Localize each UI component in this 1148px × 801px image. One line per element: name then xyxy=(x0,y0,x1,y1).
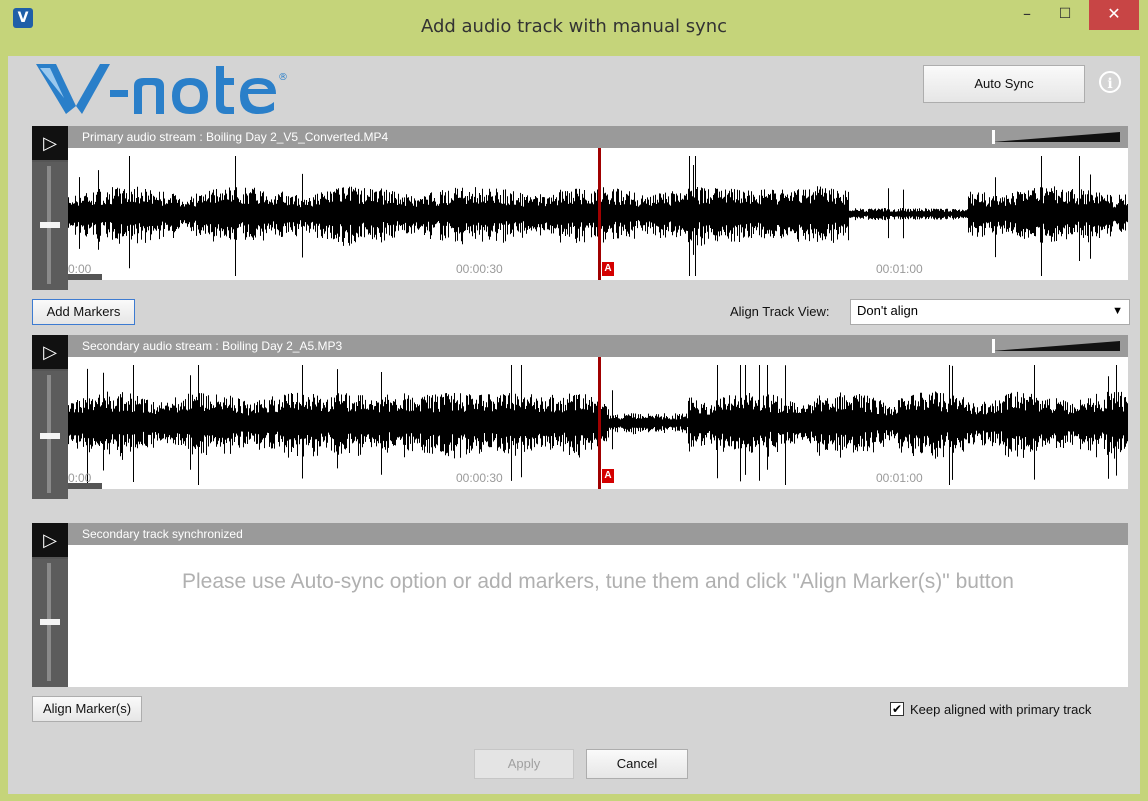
primary-volume-slider[interactable] xyxy=(32,162,68,290)
sync-instructions: Please use Auto-sync option or add marke… xyxy=(182,570,1014,593)
secondary-time-30: 00:00:30 xyxy=(456,471,503,485)
secondary-time-60: 00:01:00 xyxy=(876,471,923,485)
minimize-button[interactable]: – xyxy=(1010,0,1044,30)
info-icon[interactable]: i xyxy=(1099,71,1121,93)
secondary-waveform[interactable]: A 0:00 00:00:30 00:01:00 xyxy=(68,357,1128,489)
primary-time-30: 00:00:30 xyxy=(456,262,503,276)
secondary-marker-flag[interactable]: A xyxy=(602,469,614,483)
primary-volume-thumb[interactable] xyxy=(40,222,60,228)
synced-volume-slider[interactable] xyxy=(32,559,68,687)
align-track-view-label: Align Track View: xyxy=(730,304,830,319)
primary-time-60: 00:01:00 xyxy=(876,262,923,276)
primary-track-title: Primary audio stream : Boiling Day 2_V5_… xyxy=(68,126,1128,148)
secondary-gain-slider-icon[interactable] xyxy=(982,337,1120,355)
maximize-button[interactable]: ☐ xyxy=(1048,0,1082,30)
secondary-track: ▷ Secondary audio stream : Boiling Day 2… xyxy=(32,335,1128,499)
window-title: Add audio track with manual sync xyxy=(420,16,728,37)
keep-aligned-label[interactable]: Keep aligned with primary track xyxy=(910,702,1091,717)
primary-marker-line[interactable] xyxy=(598,148,601,280)
vnote-logo: ® xyxy=(36,64,288,114)
primary-gain-slider-icon[interactable] xyxy=(982,128,1120,146)
primary-waveform[interactable]: A 0:00 00:00:30 00:01:00 xyxy=(68,148,1128,280)
synced-track-title: Secondary track synchronized xyxy=(68,523,1128,545)
primary-marker-flag[interactable]: A xyxy=(602,262,614,276)
synced-track: ▷ Secondary track synchronized Please us… xyxy=(32,523,1128,687)
secondary-marker-line[interactable] xyxy=(598,357,601,489)
secondary-scroll-thumb[interactable] xyxy=(68,483,102,489)
apply-button[interactable]: Apply xyxy=(474,749,574,779)
primary-track: ▷ Primary audio stream : Boiling Day 2_V… xyxy=(32,126,1128,290)
synced-volume-thumb[interactable] xyxy=(40,619,60,625)
align-markers-button[interactable]: Align Marker(s) xyxy=(32,696,142,722)
title-bar[interactable]: V Add audio track with manual sync – ☐ ✕ xyxy=(0,0,1148,56)
cancel-button[interactable]: Cancel xyxy=(586,749,688,779)
secondary-volume-thumb[interactable] xyxy=(40,433,60,439)
secondary-play-button[interactable]: ▷ xyxy=(32,335,68,369)
align-track-view-select[interactable]: Don't align ▼ xyxy=(850,299,1130,325)
svg-text:®: ® xyxy=(278,72,288,83)
keep-aligned-checkbox[interactable]: ✔ xyxy=(890,702,904,716)
align-track-view-value: Don't align xyxy=(857,303,919,318)
primary-scroll-thumb[interactable] xyxy=(68,274,102,280)
dialog-client: ® Auto Sync i ▷ Primary audio stream : B… xyxy=(8,56,1140,794)
app-window: V Add audio track with manual sync – ☐ ✕… xyxy=(0,0,1148,801)
add-markers-button[interactable]: Add Markers xyxy=(32,299,135,325)
chevron-down-icon: ▼ xyxy=(1112,305,1123,317)
secondary-volume-slider[interactable] xyxy=(32,371,68,499)
secondary-track-title: Secondary audio stream : Boiling Day 2_A… xyxy=(68,335,1128,357)
auto-sync-button[interactable]: Auto Sync xyxy=(923,65,1085,103)
close-button[interactable]: ✕ xyxy=(1089,0,1139,30)
synced-play-button[interactable]: ▷ xyxy=(32,523,68,557)
primary-play-button[interactable]: ▷ xyxy=(32,126,68,160)
